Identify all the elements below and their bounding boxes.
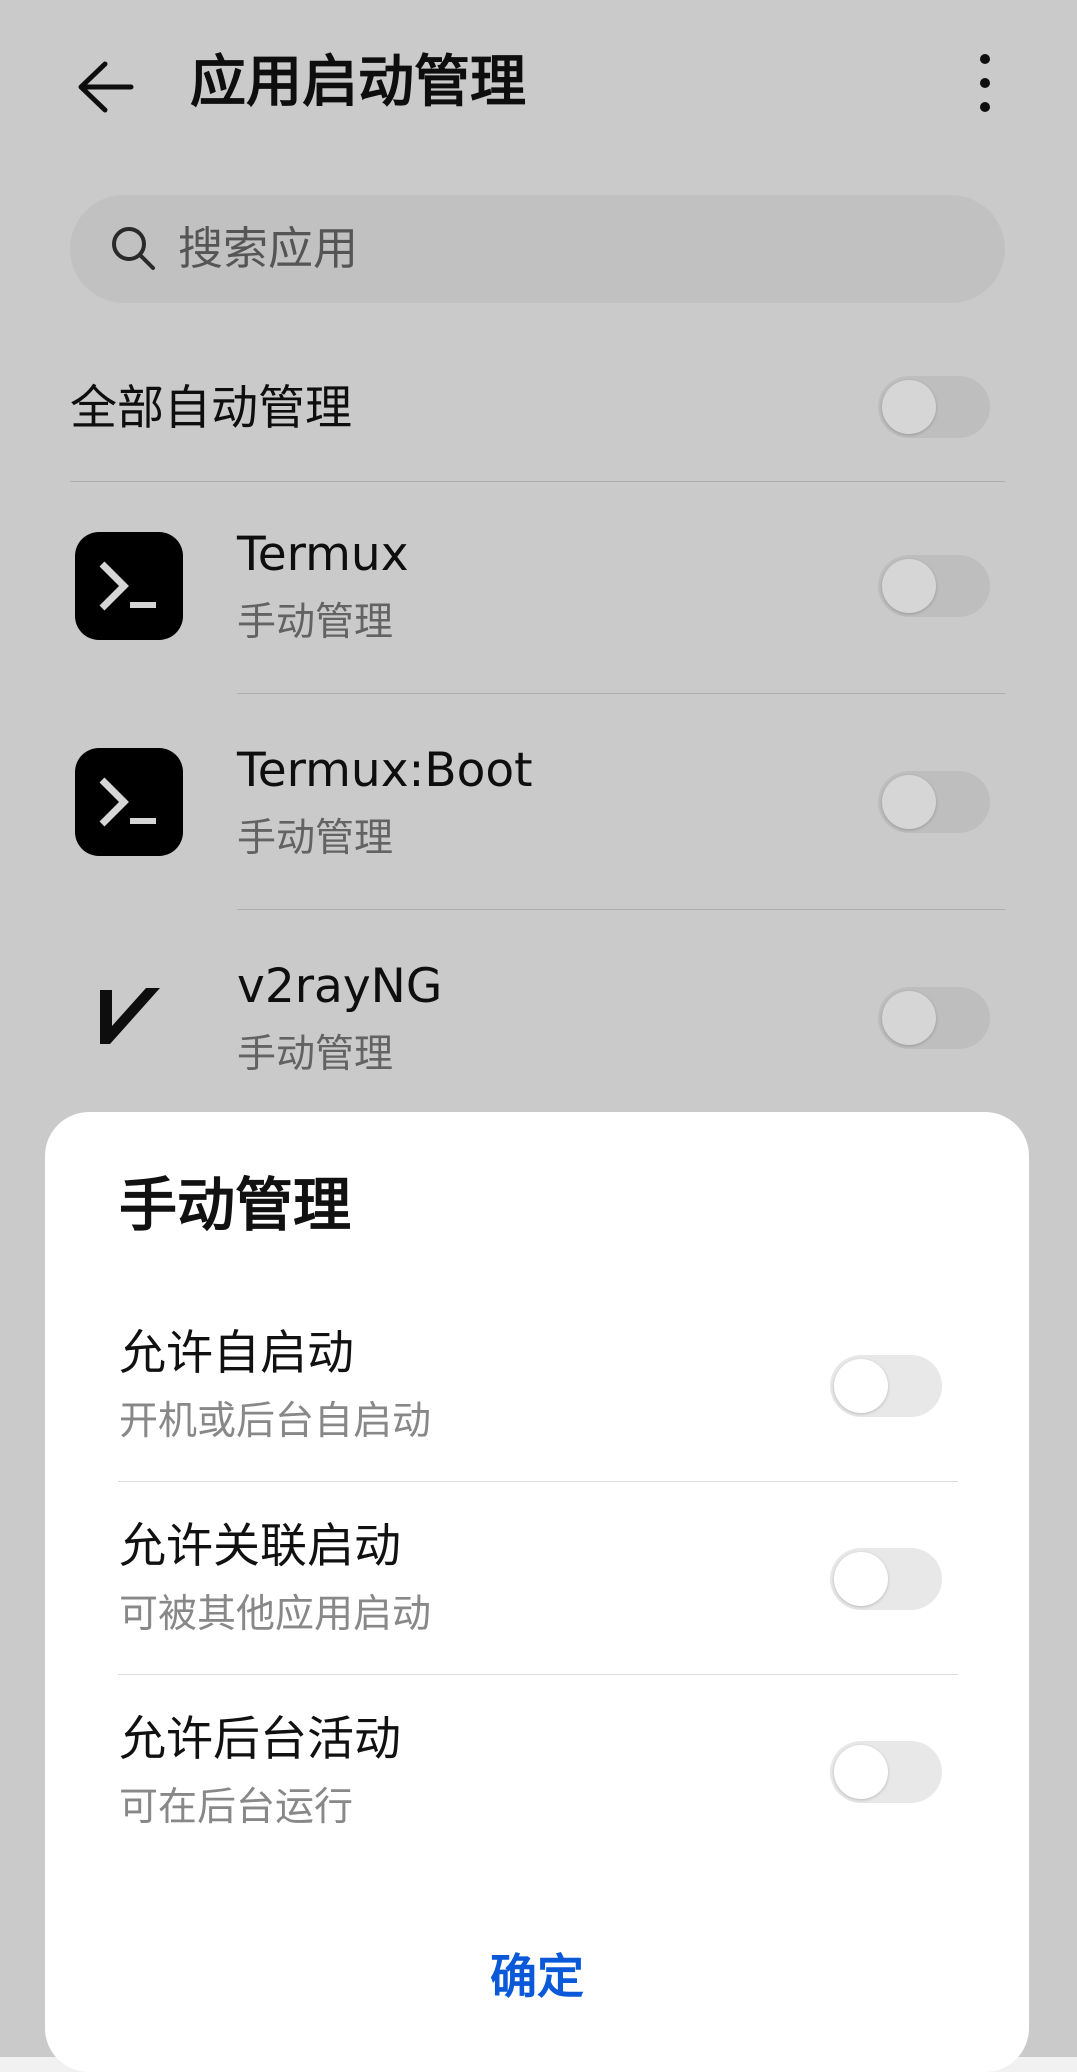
divider [118,1674,958,1675]
toggle-knob [834,1359,888,1413]
divider [118,1481,958,1482]
option-label: 允许关联启动 [119,1519,401,1574]
option-description: 开机或后台自启动 [119,1399,432,1444]
toggle-knob [834,1745,888,1799]
auto-start-toggle[interactable] [830,1355,942,1417]
option-description: 可在后台运行 [119,1785,354,1830]
option-description: 可被其他应用启动 [119,1592,432,1637]
option-label: 允许自启动 [119,1326,354,1381]
background-activity-toggle[interactable] [830,1741,942,1803]
manual-management-dialog: 手动管理 允许自启动 开机或后台自启动 允许关联启动 可被其他应用启动 允许后台… [45,1112,1029,2072]
associated-start-toggle[interactable] [830,1548,942,1610]
option-label: 允许后台活动 [119,1712,401,1767]
toggle-knob [834,1552,888,1606]
dialog-title: 手动管理 [119,1171,352,1239]
confirm-button[interactable]: 确定 [437,1938,637,2018]
